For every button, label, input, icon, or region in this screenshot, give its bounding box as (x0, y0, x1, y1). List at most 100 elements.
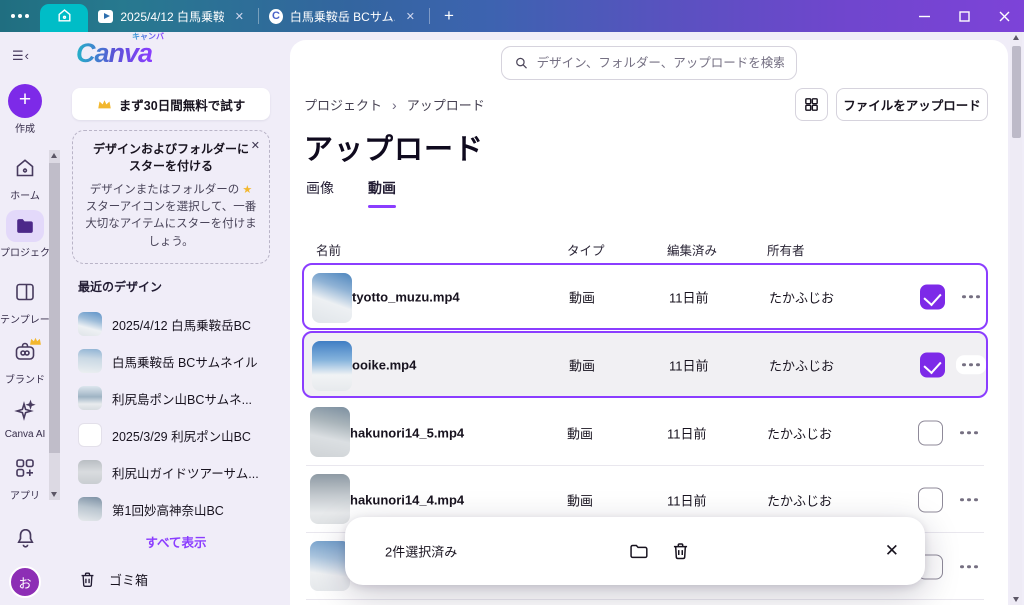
row-menu-button[interactable] (954, 490, 984, 510)
scroll-up-icon[interactable] (51, 153, 57, 158)
sparkle-icon (13, 398, 37, 422)
sidebar-item-apps[interactable]: アプリ (0, 456, 50, 502)
video-thumbnail (312, 341, 352, 391)
nav-rail: ☰‹ + 作成 ホーム プロジェクト テンプレート ブランド Canva AI (0, 32, 50, 605)
sidebar-item-projects[interactable]: プロジェクト (0, 210, 50, 259)
new-tab-button[interactable]: + (430, 6, 468, 26)
template-icon (13, 280, 37, 304)
content-tabs: 画像 動画 (306, 178, 396, 208)
row-checkbox[interactable] (920, 284, 945, 309)
design-thumbnail (78, 386, 102, 410)
tab-design-2[interactable]: C 白馬乗鞍岳 BCサム... ✕ (259, 0, 429, 32)
row-menu-button[interactable] (956, 355, 986, 375)
tab-home[interactable] (40, 4, 88, 32)
main-scrollbar[interactable] (1010, 32, 1022, 605)
sidebar-item-templates[interactable]: テンプレート (0, 280, 50, 326)
close-icon[interactable]: ✕ (885, 541, 899, 561)
row-checkbox[interactable] (918, 487, 943, 512)
recent-design-item[interactable]: 2025/4/12 白馬乗鞍岳BC (72, 308, 284, 340)
sidebar-item-canva-ai[interactable]: Canva AI (0, 398, 50, 440)
tab-label: 白馬乗鞍岳 BCサム... (290, 8, 395, 25)
search-input[interactable] (537, 56, 784, 70)
app-shell: ☰‹ + 作成 ホーム プロジェクト テンプレート ブランド Canva AI (0, 32, 1024, 605)
plus-icon: + (8, 84, 42, 118)
window-controls (904, 0, 1024, 32)
bell-icon (13, 526, 38, 551)
scroll-down-icon[interactable] (1013, 597, 1019, 602)
close-icon[interactable]: ✕ (402, 8, 419, 25)
table-row[interactable]: ooike.mp4 動画 11日前 たかふじお (302, 331, 988, 398)
close-icon[interactable]: ✕ (251, 139, 260, 152)
row-checkbox[interactable] (918, 420, 943, 445)
recent-designs-header: 最近のデザイン (78, 278, 162, 295)
canva-icon: C (269, 9, 283, 24)
trash-button[interactable]: ゴミ箱 (78, 570, 148, 589)
move-to-folder-button[interactable] (628, 541, 649, 562)
video-icon (98, 10, 113, 23)
apps-grid-icon (13, 456, 37, 480)
recent-design-item[interactable]: 第1回妙高神奈山BC (72, 493, 284, 525)
free-trial-button[interactable]: まず30日間無料で試す (72, 88, 270, 120)
video-thumbnail (310, 474, 350, 524)
canva-logo: Canva キャンバ (76, 38, 152, 69)
close-icon[interactable]: ✕ (231, 8, 248, 25)
row-menu-button[interactable] (954, 423, 984, 443)
maximize-button[interactable] (944, 0, 984, 32)
home-icon (56, 7, 73, 29)
row-menu-button[interactable] (956, 287, 986, 307)
logo-furigana: キャンバ (132, 31, 164, 42)
row-menu-button[interactable] (954, 557, 984, 577)
show-all-link[interactable]: すべて表示 (62, 532, 290, 551)
titlebar: 2025/4/12 白馬乗鞍... ✕ C 白馬乗鞍岳 BCサム... ✕ + (0, 0, 1024, 32)
account-avatar[interactable]: お (0, 566, 50, 598)
collapse-sidebar-icon[interactable]: ☰‹ (12, 48, 30, 64)
rail-scrollbar-thumb[interactable] (49, 163, 60, 453)
close-button[interactable] (984, 0, 1024, 32)
create-label: 作成 (0, 120, 50, 135)
crown-icon (97, 98, 112, 110)
selection-toolbar: 2件選択済み ✕ (345, 517, 925, 585)
delete-selected-button[interactable] (670, 541, 691, 562)
notifications-button[interactable] (0, 526, 50, 556)
search-bar[interactable] (501, 46, 797, 80)
video-thumbnail (310, 541, 350, 591)
minimize-button[interactable] (904, 0, 944, 32)
crown-icon (29, 333, 42, 351)
recent-design-item[interactable]: 白馬乗鞍岳 BCサムネイル (72, 345, 284, 377)
row-checkbox[interactable] (920, 352, 945, 377)
main-scrollbar-thumb[interactable] (1012, 46, 1021, 138)
upload-file-button[interactable]: ファイルをアップロード (836, 88, 988, 121)
recent-design-item[interactable]: 2025/3/29 利尻ポン山BC (72, 419, 284, 451)
tab-images[interactable]: 画像 (306, 178, 334, 208)
table-row[interactable]: hakunori14_5.mp4 動画 11日前 たかふじお (302, 399, 988, 466)
tab-videos[interactable]: 動画 (368, 178, 396, 208)
design-thumbnail (78, 423, 102, 447)
design-thumbnail (78, 312, 102, 336)
table-header: 名前 タイプ 編集済み 所有者 (290, 236, 1008, 260)
scroll-down-icon[interactable] (51, 492, 57, 497)
rail-scrollbar[interactable] (49, 150, 60, 500)
recent-design-item[interactable]: 利尻島ポン山BCサムネ... (72, 382, 284, 414)
create-button[interactable]: + 作成 (0, 84, 50, 135)
design-thumbnail (78, 349, 102, 373)
scroll-up-icon[interactable] (1013, 35, 1019, 40)
tip-title: デザインおよびフォルダーに スターを付ける (85, 141, 257, 176)
trash-icon (78, 570, 97, 589)
recent-design-item[interactable]: 利尻山ガイドツアーサム... (72, 456, 284, 488)
grid-view-button[interactable] (795, 88, 828, 121)
star-icon: ★ (242, 184, 252, 196)
page-title: アップロード (304, 126, 484, 168)
breadcrumb-projects[interactable]: プロジェクト (304, 95, 382, 114)
breadcrumb-uploads[interactable]: アップロード (407, 95, 485, 114)
grid-view-icon (803, 96, 820, 113)
video-thumbnail (312, 273, 352, 323)
titlebar-overflow-menu[interactable] (0, 0, 40, 32)
design-thumbnail (78, 497, 102, 521)
sidebar-item-home[interactable]: ホーム (0, 156, 50, 202)
table-row[interactable]: tyotto_muzu.mp4 動画 11日前 たかふじお (302, 263, 988, 330)
home-icon (13, 156, 37, 180)
tab-design-1[interactable]: 2025/4/12 白馬乗鞍... ✕ (88, 0, 258, 32)
chevron-right-icon: › (392, 97, 397, 113)
sidebar-item-brand[interactable]: ブランド (0, 340, 50, 386)
tab-label: 2025/4/12 白馬乗鞍... (120, 8, 223, 25)
